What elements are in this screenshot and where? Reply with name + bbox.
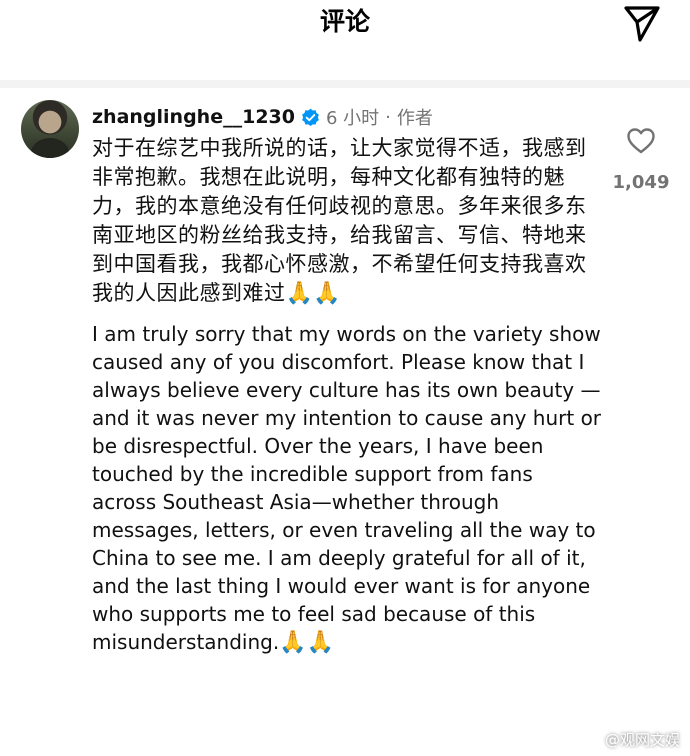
send-icon[interactable]: [620, 0, 664, 44]
comment: zhanglinghe__1230 6 小时 · 作者 对于在综艺中我所说的话，…: [92, 100, 602, 656]
header-divider: [0, 80, 690, 88]
weibo-icon: [579, 732, 600, 748]
comment-text-english: I am truly sorry that my words on the va…: [92, 320, 602, 656]
author-tag: 作者: [396, 108, 433, 129]
page-title: 评论: [319, 7, 370, 36]
comment-text-english-body: I am truly sorry that my words on the va…: [92, 322, 608, 654]
folded-hands-emoji: 🙏🙏: [285, 281, 342, 306]
heart-icon[interactable]: [626, 126, 656, 156]
username[interactable]: zhanglinghe__1230: [92, 106, 295, 128]
like-count: 1,049: [612, 172, 670, 193]
header: 评论: [0, 0, 690, 80]
like-column: 1,049: [606, 126, 676, 193]
comment-time: 6 小时: [325, 108, 380, 129]
watermark: @观网文娱: [579, 729, 680, 750]
watermark-text: @观网文娱: [604, 731, 680, 749]
comment-text-chinese: 对于在综艺中我所说的话，让大家觉得不适，我感到非常抱歉。我想在此说明，每种文化都…: [92, 134, 602, 308]
avatar[interactable]: [21, 100, 79, 158]
verified-badge-icon: [302, 108, 319, 126]
folded-hands-emoji: 🙏🙏: [279, 630, 335, 655]
meta-separator: ·: [385, 106, 391, 128]
comment-meta: zhanglinghe__1230 6 小时 · 作者: [92, 100, 602, 134]
comment-text-chinese-body: 对于在综艺中我所说的话，让大家觉得不适，我感到非常抱歉。我想在此说明，每种文化都…: [92, 136, 587, 305]
